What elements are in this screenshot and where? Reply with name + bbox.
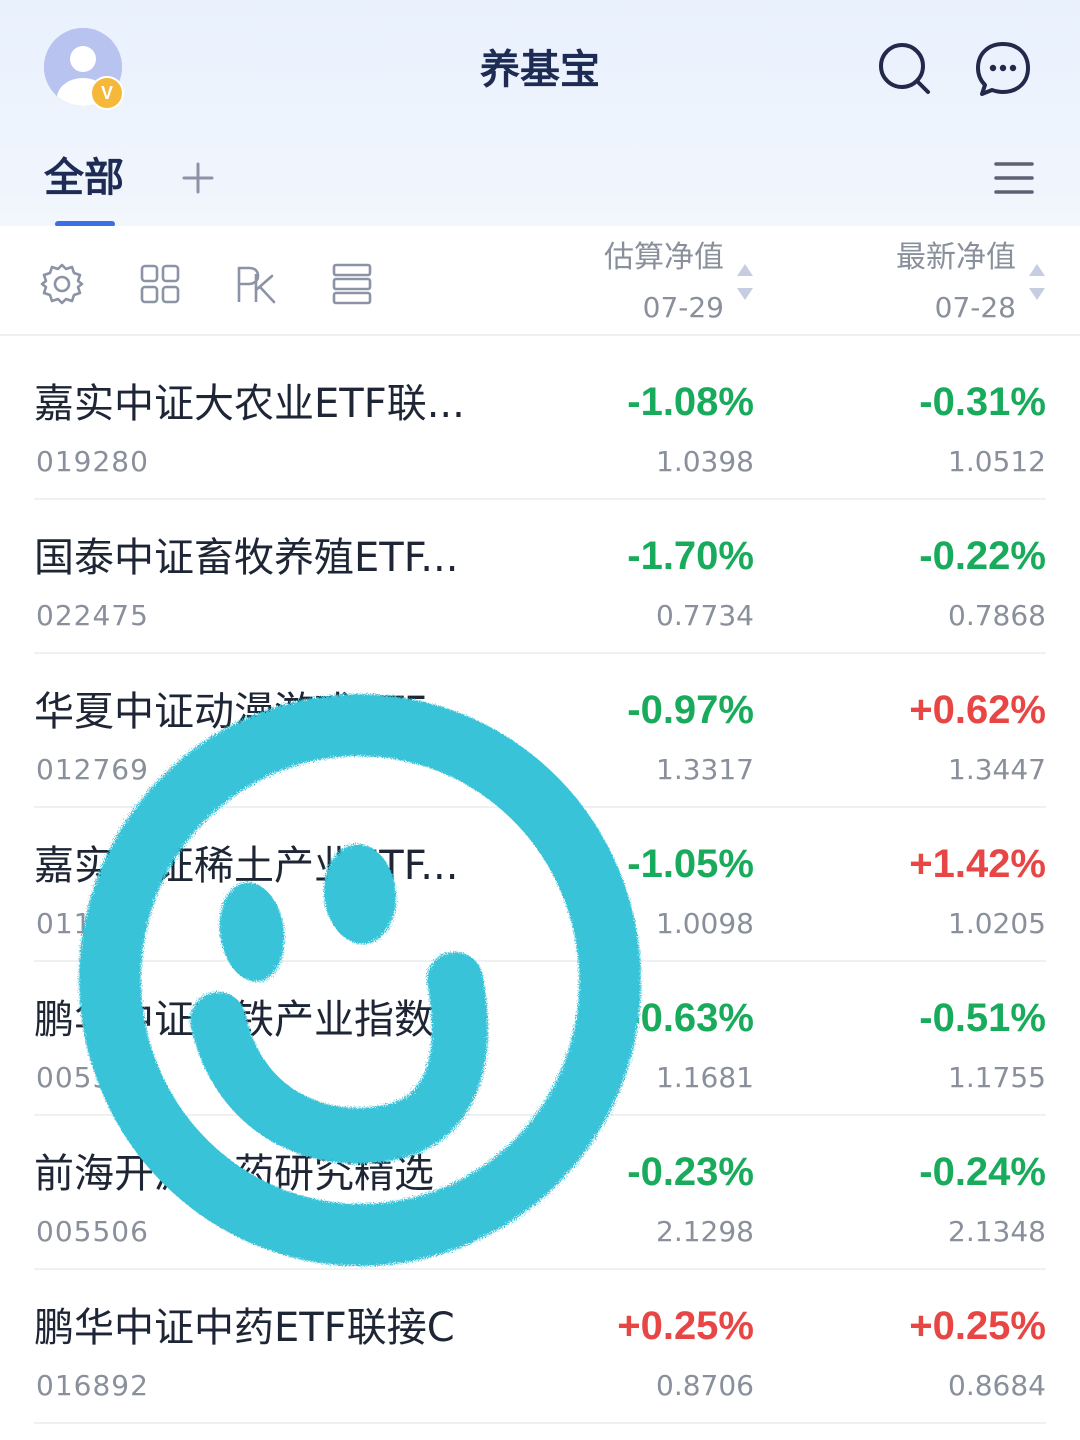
estimated-change: -0.63% [627, 996, 754, 1040]
menu-icon[interactable] [994, 158, 1034, 198]
vip-badge: V [90, 76, 124, 110]
latest-change: +0.25% [909, 1304, 1046, 1348]
estimated-nav: 1.1681 [656, 1061, 754, 1094]
fund-code: 016892 [36, 1369, 149, 1402]
fund-row[interactable]: 鹏华中证中药ETF联接C 016892 +0.25% 0.8706 +0.25%… [34, 1270, 1046, 1424]
fund-row[interactable]: 嘉实中证大农业ETF联... 019280 -1.08% 1.0398 -0.3… [34, 346, 1046, 500]
add-tab-icon[interactable] [180, 160, 216, 196]
latest-nav-label: 最新净值 [896, 240, 1016, 275]
estimated-nav: 1.0398 [656, 445, 754, 478]
estimated-change: -0.97% [627, 688, 754, 732]
fund-code: 019280 [36, 445, 149, 478]
fund-code: 005378 [36, 1061, 149, 1094]
fund-code: 012769 [36, 753, 149, 786]
estimated-nav: 1.0098 [656, 907, 754, 940]
latest-nav: 1.0205 [948, 907, 1046, 940]
latest-change: -0.31% [919, 380, 1046, 424]
fund-row[interactable]: 嘉实中证稀土产业ETF... 011036 -1.05% 1.0098 +1.4… [34, 808, 1046, 962]
estimated-nav-label: 估算净值 [604, 240, 724, 275]
settings-icon[interactable] [40, 262, 84, 306]
message-icon[interactable] [974, 40, 1030, 96]
latest-nav-header[interactable]: 最新净值 07-28 [896, 238, 1016, 328]
estimated-nav: 1.3317 [656, 753, 754, 786]
fund-name: 国泰中证畜牧养殖ETF... [34, 535, 459, 581]
fund-name: 嘉实中证稀土产业ETF... [34, 843, 459, 889]
fund-list: 嘉实中证大农业ETF联... 019280 -1.08% 1.0398 -0.3… [0, 346, 1080, 1424]
fund-code: 011036 [36, 907, 149, 940]
fund-name: 鹏华中证中药ETF联接C [34, 1305, 455, 1351]
top-header [0, 0, 1080, 226]
estimated-change: -1.05% [627, 842, 754, 886]
fund-name: 嘉实中证大农业ETF联... [34, 381, 465, 427]
estimated-change: -1.08% [627, 380, 754, 424]
fund-name: 华夏中证动漫游戏ETF... [34, 689, 459, 735]
estimated-nav: 2.1298 [656, 1215, 754, 1248]
latest-nav: 1.1755 [948, 1061, 1046, 1094]
fund-name: 鹏华中证高铁产业指数... [34, 997, 473, 1043]
fund-row[interactable]: 鹏华中证高铁产业指数... 005378 -0.63% 1.1681 -0.51… [34, 962, 1046, 1116]
grid-icon[interactable] [138, 262, 182, 306]
list-view-icon[interactable] [330, 262, 374, 306]
latest-change: +1.42% [909, 842, 1046, 886]
tab-all[interactable]: 全部 [44, 150, 124, 206]
latest-nav-date: 07-28 [934, 291, 1016, 324]
latest-nav: 0.7868 [948, 599, 1046, 632]
latest-nav: 1.0512 [948, 445, 1046, 478]
fund-name: 前海开源中药研究精选 [34, 1151, 434, 1197]
latest-nav: 0.8684 [948, 1369, 1046, 1402]
fund-row[interactable]: 国泰中证畜牧养殖ETF... 022475 -1.70% 0.7734 -0.2… [34, 500, 1046, 654]
fund-code: 005506 [36, 1215, 149, 1248]
estimated-change: -0.23% [627, 1150, 754, 1194]
fund-row[interactable]: 前海开源中药研究精选 005506 -0.23% 2.1298 -0.24% 2… [34, 1116, 1046, 1270]
estimated-nav-header[interactable]: 估算净值 07-29 [604, 238, 724, 328]
fund-watchlist-screen: V 养基宝 全部 估算净值 07-29 最新净值 07-28 嘉实中证大农业ET… [0, 0, 1080, 1440]
latest-change: -0.22% [919, 534, 1046, 578]
latest-change: -0.24% [919, 1150, 1046, 1194]
estimated-change: -1.70% [627, 534, 754, 578]
latest-nav: 2.1348 [948, 1215, 1046, 1248]
estimated-change: +0.25% [617, 1304, 754, 1348]
latest-change: +0.62% [909, 688, 1046, 732]
estimated-nav: 0.8706 [656, 1369, 754, 1402]
latest-change: -0.51% [919, 996, 1046, 1040]
search-icon[interactable] [876, 40, 932, 96]
fund-code: 022475 [36, 599, 149, 632]
sort-arrows-icon[interactable] [1028, 262, 1046, 302]
sort-arrows-icon[interactable] [736, 262, 754, 302]
pk-icon[interactable] [234, 262, 278, 306]
latest-nav: 1.3447 [948, 753, 1046, 786]
estimated-nav: 0.7734 [656, 599, 754, 632]
app-title: 养基宝 [480, 47, 600, 93]
fund-row[interactable]: 华夏中证动漫游戏ETF... 012769 -0.97% 1.3317 +0.6… [34, 654, 1046, 808]
estimated-nav-date: 07-29 [642, 291, 724, 324]
